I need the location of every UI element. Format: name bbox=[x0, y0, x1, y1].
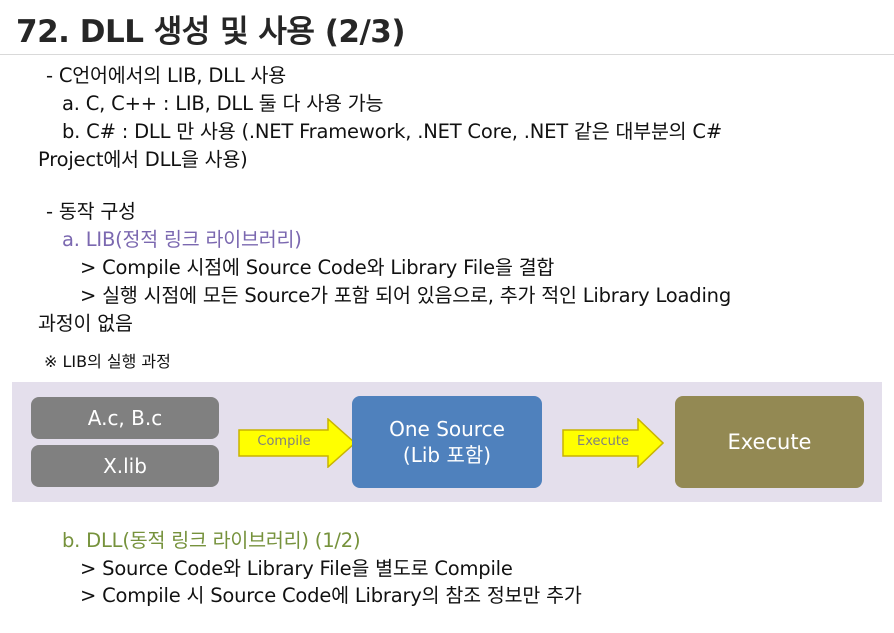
slide-title: 72. DLL 생성 및 사용 (2/3) bbox=[16, 14, 406, 50]
usage-item-b-line2: Project에서 DLL을 사용) bbox=[38, 148, 248, 171]
lib-file-box: X.lib bbox=[31, 445, 219, 487]
usage-heading: - C언어에서의 LIB, DLL 사용 bbox=[46, 64, 286, 87]
usage-item-b-line1: b. C# : DLL 만 사용 (.NET Framework, .NET C… bbox=[62, 120, 722, 143]
source-files-box: A.c, B.c bbox=[31, 397, 219, 439]
dll-point-1: > Source Code와 Library File을 별도로 Compile bbox=[80, 557, 513, 580]
lib-process-diagram: A.c, B.c X.lib Compile One Source (Lib 포… bbox=[12, 382, 882, 502]
lib-point-2-line1: > 실행 시점에 모든 Source가 포함 되어 있음으로, 추가 적인 Li… bbox=[80, 284, 732, 307]
one-source-title: One Source bbox=[389, 417, 505, 441]
lib-point-1: > Compile 시점에 Source Code와 Library File을… bbox=[80, 256, 555, 279]
lib-title: a. LIB(정적 링크 라이브러리) bbox=[62, 228, 302, 251]
lib-process-note: ※ LIB의 실행 과정 bbox=[44, 352, 171, 371]
compile-arrow-label: Compile bbox=[257, 434, 311, 449]
dll-title: b. DLL(동적 링크 라이브러리) (1/2) bbox=[62, 529, 361, 552]
lib-point-2-line2: 과정이 없음 bbox=[38, 312, 133, 335]
structure-heading: - 동작 구성 bbox=[46, 200, 136, 223]
dll-point-2: > Compile 시 Source Code에 Library의 참조 정보만… bbox=[80, 584, 582, 607]
usage-item-a: a. C, C++ : LIB, DLL 둘 다 사용 가능 bbox=[62, 92, 384, 115]
one-source-box: One Source (Lib 포함) bbox=[352, 396, 542, 488]
title-divider bbox=[0, 54, 894, 55]
execute-box: Execute bbox=[675, 396, 864, 488]
one-source-subtitle: (Lib 포함) bbox=[402, 443, 492, 467]
execute-arrow-label: Execute bbox=[577, 434, 629, 449]
